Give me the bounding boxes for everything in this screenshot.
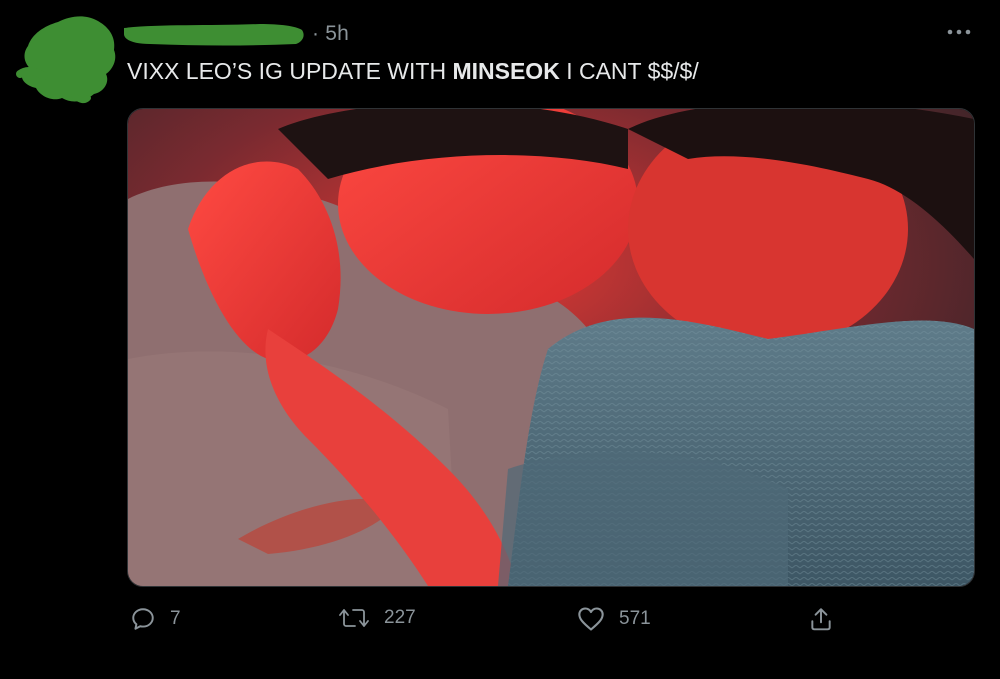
- share-icon: [811, 608, 831, 631]
- like-count: 571: [619, 608, 651, 629]
- tweet: · 5h VIXX LEO’S IG UPDATE WITH MINSEOK I…: [0, 0, 1000, 679]
- like-button[interactable]: 571: [577, 606, 651, 632]
- display-name[interactable]: [120, 20, 306, 48]
- heart-icon: [578, 607, 604, 631]
- tweet-text-bold: MINSEOK: [452, 58, 560, 84]
- tweet-actions: 7 227 571: [0, 606, 1000, 646]
- tweet-text-part-2: I CANT $$/$/: [559, 58, 699, 84]
- tweet-text-part-1: VIXX LEO’S IG UPDATE WITH: [127, 58, 453, 84]
- more-horizontal-icon: [947, 29, 971, 35]
- retweet-button[interactable]: 227: [338, 606, 416, 630]
- more-options-button[interactable]: [944, 20, 974, 44]
- reply-count: 7: [170, 608, 181, 629]
- tweet-timestamp[interactable]: · 5h: [312, 22, 349, 46]
- tweet-photo[interactable]: [127, 108, 975, 587]
- share-button[interactable]: [808, 606, 834, 632]
- avatar[interactable]: [14, 12, 122, 106]
- retweet-icon: [339, 609, 369, 627]
- reply-icon: [132, 608, 154, 630]
- tweet-text: VIXX LEO’S IG UPDATE WITH MINSEOK I CANT…: [127, 58, 699, 85]
- retweet-count: 227: [384, 607, 416, 628]
- reply-button[interactable]: 7: [130, 606, 181, 632]
